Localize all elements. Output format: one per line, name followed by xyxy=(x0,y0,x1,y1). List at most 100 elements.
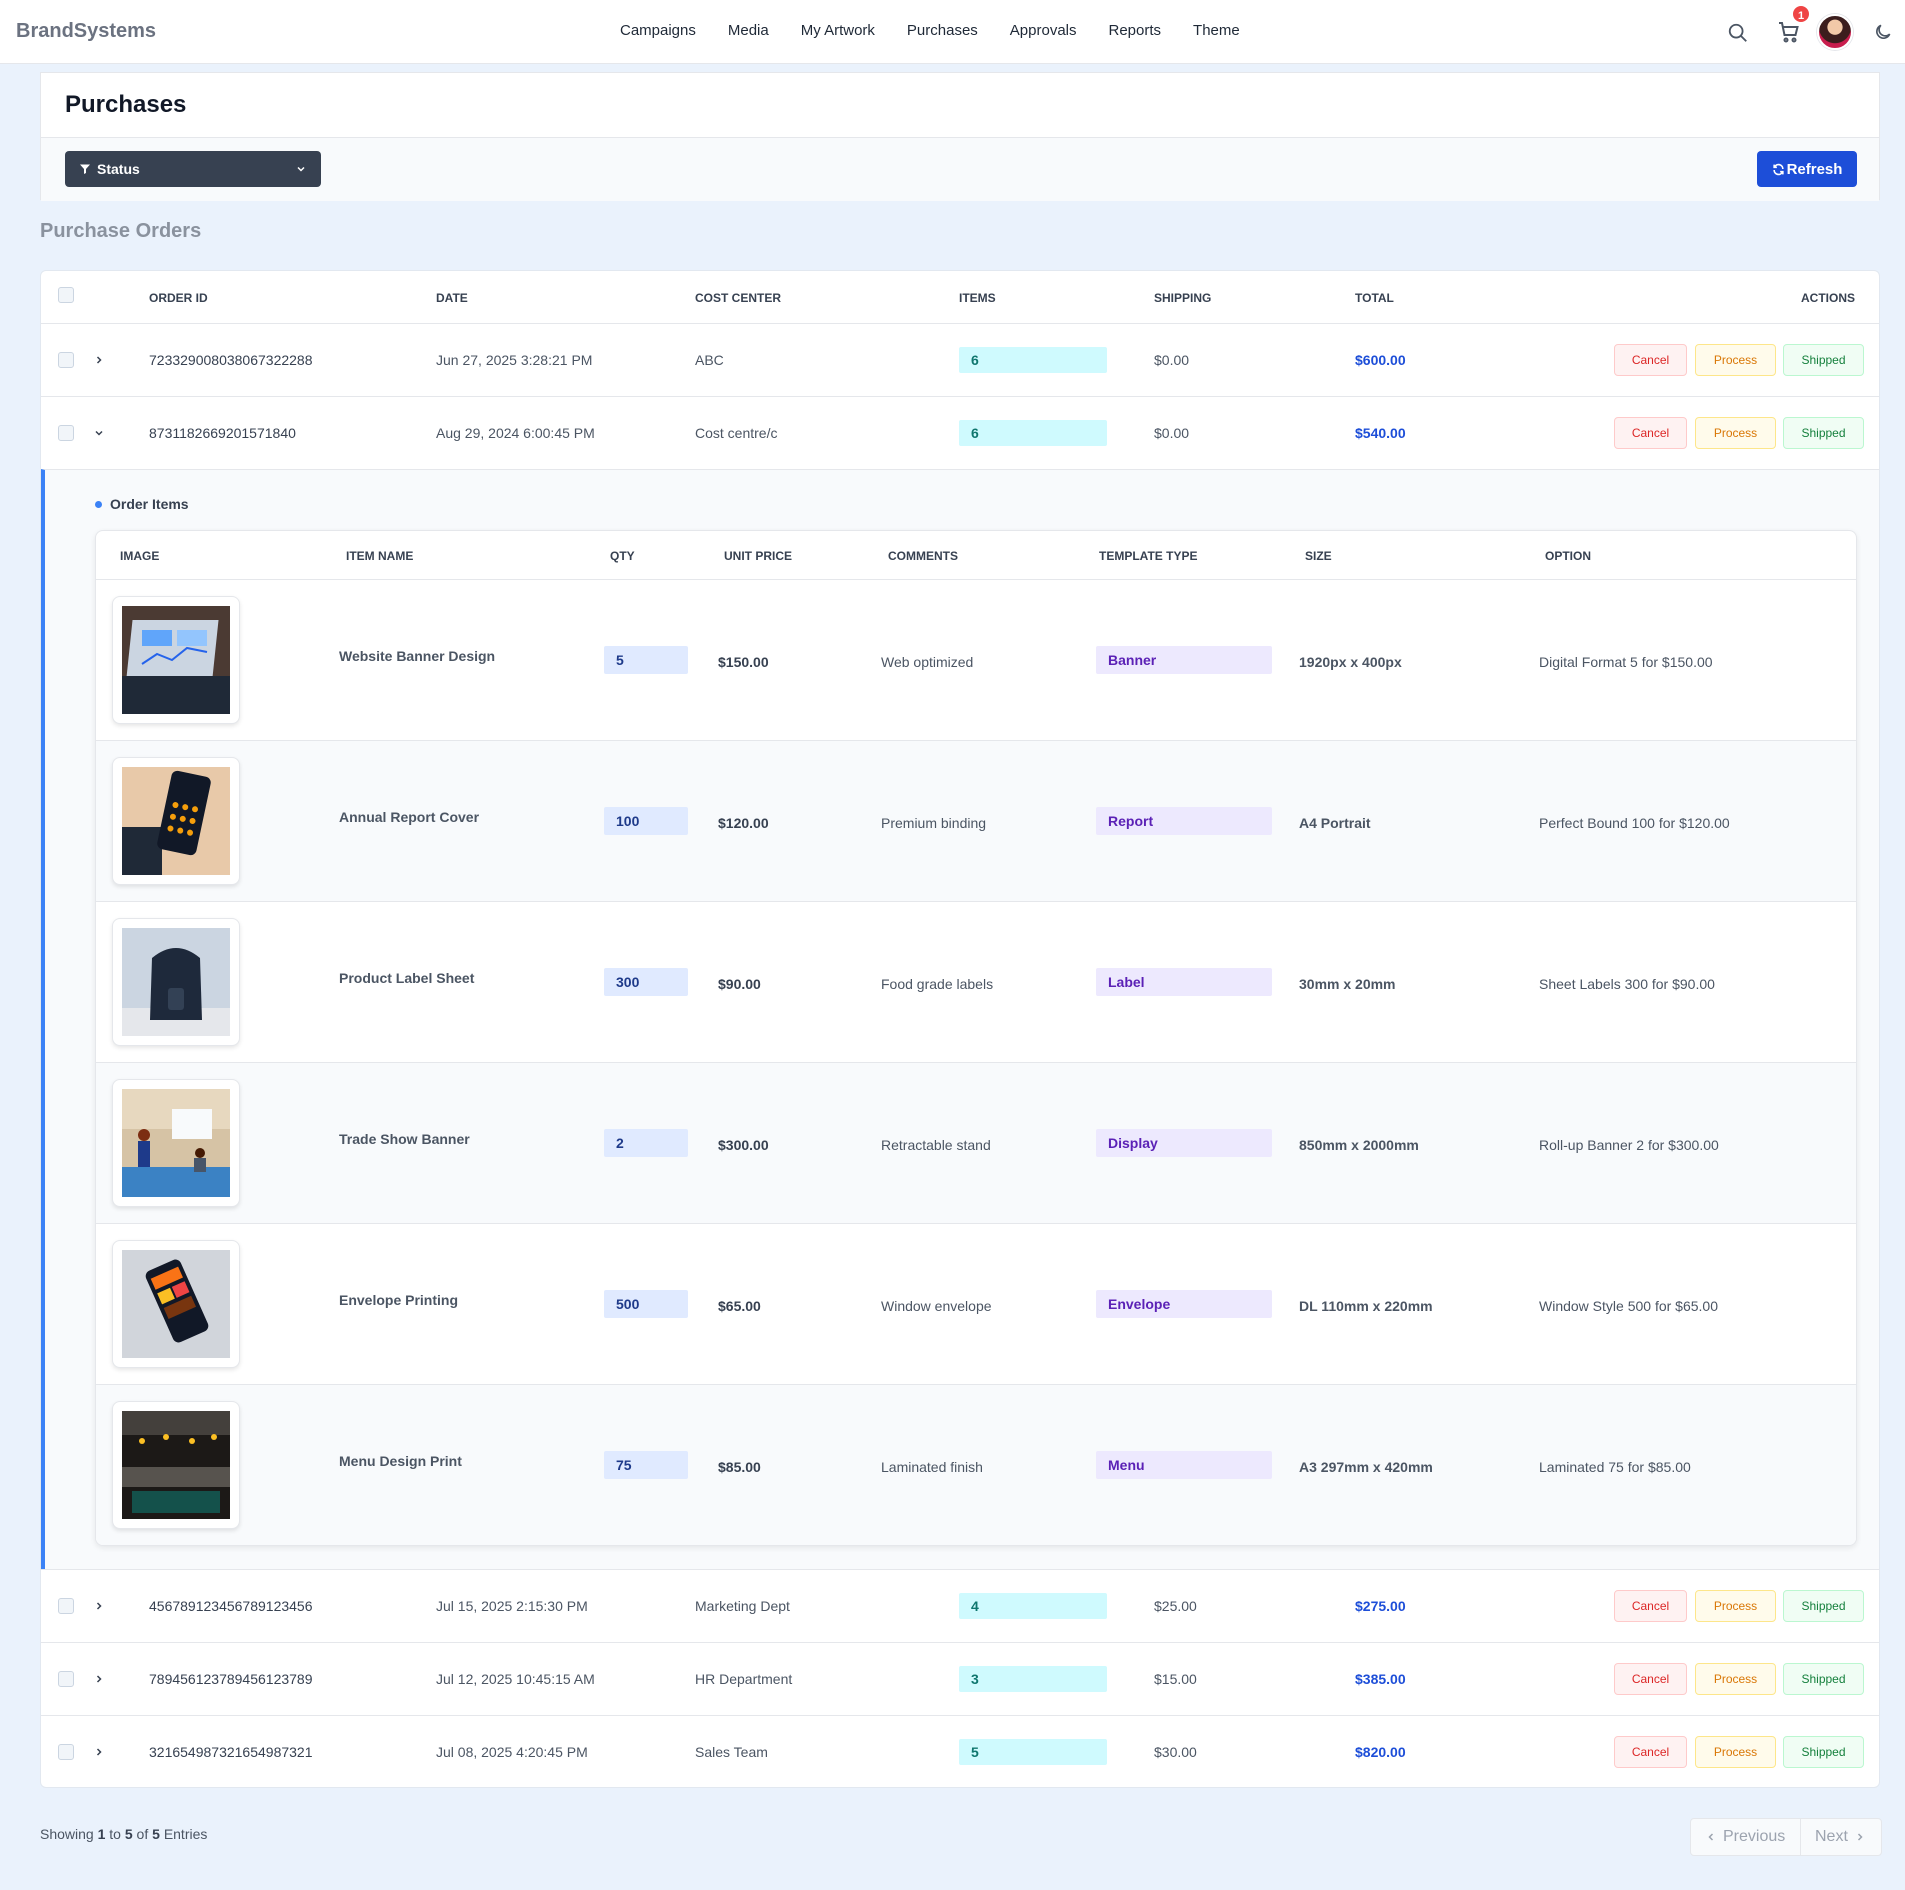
showing-to-word: to xyxy=(109,1826,121,1842)
items-count-badge: 3 xyxy=(959,1666,1107,1692)
shipped-button[interactable]: Shipped xyxy=(1783,1663,1864,1695)
template-type-badge: Menu xyxy=(1096,1451,1272,1479)
col-order-id[interactable]: ORDER ID xyxy=(149,291,208,305)
nav-link-campaigns[interactable]: Campaigns xyxy=(620,22,696,39)
nav-link-reports[interactable]: Reports xyxy=(1109,22,1162,39)
shipped-button[interactable]: Shipped xyxy=(1783,1590,1864,1622)
nav-link-approvals[interactable]: Approvals xyxy=(1010,22,1077,39)
qty-badge: 100 xyxy=(604,807,688,835)
status-filter-select[interactable]: Status xyxy=(65,151,321,187)
orders-table: ORDER ID DATE COST CENTER ITEMS SHIPPING… xyxy=(40,270,1880,1788)
item-comments: Retractable stand xyxy=(881,1137,991,1153)
filter-icon xyxy=(80,164,90,174)
item-thumbnail[interactable] xyxy=(112,918,240,1046)
refresh-icon xyxy=(1772,163,1784,175)
shipped-button[interactable]: Shipped xyxy=(1783,417,1864,449)
cancel-button[interactable]: Cancel xyxy=(1614,1736,1687,1768)
unit-price: $300.00 xyxy=(718,1137,769,1153)
col-unit-price: UNIT PRICE xyxy=(724,549,793,563)
chevron-right-icon[interactable] xyxy=(93,354,105,366)
items-count-badge: 4 xyxy=(959,1593,1107,1619)
chevron-down-icon[interactable] xyxy=(93,427,105,439)
process-button[interactable]: Process xyxy=(1695,1590,1776,1622)
showing-total: 5 xyxy=(152,1826,160,1842)
item-comments: Window envelope xyxy=(881,1298,992,1314)
order-date: Aug 29, 2024 6:00:45 PM xyxy=(436,425,595,441)
brand-logo[interactable]: BrandSystems xyxy=(16,20,156,43)
col-date[interactable]: DATE xyxy=(436,291,468,305)
chevron-right-icon[interactable] xyxy=(93,1746,105,1758)
item-thumbnail[interactable] xyxy=(112,1401,240,1529)
row-checkbox[interactable] xyxy=(58,1744,74,1760)
table-row: 321654987321654987321 Jul 08, 2025 4:20:… xyxy=(41,1715,1879,1788)
process-button[interactable]: Process xyxy=(1695,344,1776,376)
chevron-right-icon[interactable] xyxy=(93,1600,105,1612)
order-cost-center: ABC xyxy=(695,352,724,368)
item-option: Perfect Bound 100 for $120.00 xyxy=(1539,815,1730,831)
user-avatar[interactable] xyxy=(1817,14,1853,50)
col-items[interactable]: ITEMS xyxy=(959,291,996,305)
next-page-button[interactable]: Next xyxy=(1801,1819,1881,1855)
cancel-button[interactable]: Cancel xyxy=(1614,344,1687,376)
order-shipping: $0.00 xyxy=(1154,352,1190,368)
item-size: 850mm x 2000mm xyxy=(1299,1137,1419,1153)
row-checkbox[interactable] xyxy=(58,425,74,441)
process-button[interactable]: Process xyxy=(1695,1736,1776,1768)
cancel-button[interactable]: Cancel xyxy=(1614,1663,1687,1695)
qty-badge: 2 xyxy=(604,1129,688,1157)
shipped-button[interactable]: Shipped xyxy=(1783,344,1864,376)
refresh-button[interactable]: Refresh xyxy=(1757,151,1857,187)
item-comments: Laminated finish xyxy=(881,1459,983,1475)
smartphone-image xyxy=(122,1250,230,1358)
template-type-badge: Banner xyxy=(1096,646,1272,674)
nav-link-theme[interactable]: Theme xyxy=(1193,22,1240,39)
item-name: Trade Show Banner xyxy=(339,1131,470,1147)
process-button[interactable]: Process xyxy=(1695,1663,1776,1695)
pagination: Previous Next xyxy=(1690,1818,1882,1856)
showing-suffix: Entries xyxy=(163,1826,208,1842)
showing-from: 1 xyxy=(97,1826,106,1842)
moon-icon[interactable] xyxy=(1873,22,1893,42)
main-nav: Campaigns Media My Artwork Purchases App… xyxy=(620,22,1240,39)
col-shipping[interactable]: SHIPPING xyxy=(1154,291,1211,305)
cancel-button[interactable]: Cancel xyxy=(1614,1590,1687,1622)
unit-price: $65.00 xyxy=(718,1298,761,1314)
shipped-button[interactable]: Shipped xyxy=(1783,1736,1864,1768)
row-checkbox[interactable] xyxy=(58,1598,74,1614)
order-cost-center: Marketing Dept xyxy=(695,1598,790,1614)
refresh-label: Refresh xyxy=(1786,160,1843,178)
cancel-button[interactable]: Cancel xyxy=(1614,417,1687,449)
template-type-badge: Display xyxy=(1096,1129,1272,1157)
previous-page-button[interactable]: Previous xyxy=(1691,1819,1801,1855)
qty-badge: 500 xyxy=(604,1290,688,1318)
order-id: 456789123456789123456 xyxy=(149,1598,313,1614)
item-thumbnail[interactable] xyxy=(112,757,240,885)
col-cost-center[interactable]: COST CENTER xyxy=(695,291,781,305)
nav-link-my-artwork[interactable]: My Artwork xyxy=(801,22,875,39)
template-type-badge: Envelope xyxy=(1096,1290,1272,1318)
item-row: Menu Design Print 75 $85.00 Laminated fi… xyxy=(96,1384,1856,1545)
item-thumbnail[interactable] xyxy=(112,596,240,724)
order-detail-panel: Order Items IMAGE ITEM NAME QTY UNIT PRI… xyxy=(41,469,1879,1569)
chevron-right-icon[interactable] xyxy=(93,1673,105,1685)
showing-to: 5 xyxy=(124,1826,133,1842)
item-comments: Premium binding xyxy=(881,815,987,831)
item-option: Window Style 500 for $65.00 xyxy=(1539,1298,1718,1314)
nav-link-purchases[interactable]: Purchases xyxy=(907,22,978,39)
item-thumbnail[interactable] xyxy=(112,1079,240,1207)
table-row: 723329008038067322288 Jun 27, 2025 3:28:… xyxy=(41,323,1879,396)
item-size: DL 110mm x 220mm xyxy=(1299,1298,1433,1314)
search-icon[interactable] xyxy=(1727,22,1749,44)
calculator-image xyxy=(122,767,230,875)
item-name: Menu Design Print xyxy=(339,1453,462,1469)
process-button[interactable]: Process xyxy=(1695,417,1776,449)
select-all-checkbox[interactable] xyxy=(58,287,74,303)
row-checkbox[interactable] xyxy=(58,1671,74,1687)
col-total[interactable]: TOTAL xyxy=(1355,291,1394,305)
table-row: 8731182669201571840 Aug 29, 2024 6:00:45… xyxy=(41,396,1879,469)
order-date: Jul 12, 2025 10:45:15 AM xyxy=(436,1671,595,1687)
nav-link-media[interactable]: Media xyxy=(728,22,769,39)
row-checkbox[interactable] xyxy=(58,352,74,368)
item-thumbnail[interactable] xyxy=(112,1240,240,1368)
showing-entries: Showing 1 to 5 of 5 Entries xyxy=(40,1826,207,1842)
